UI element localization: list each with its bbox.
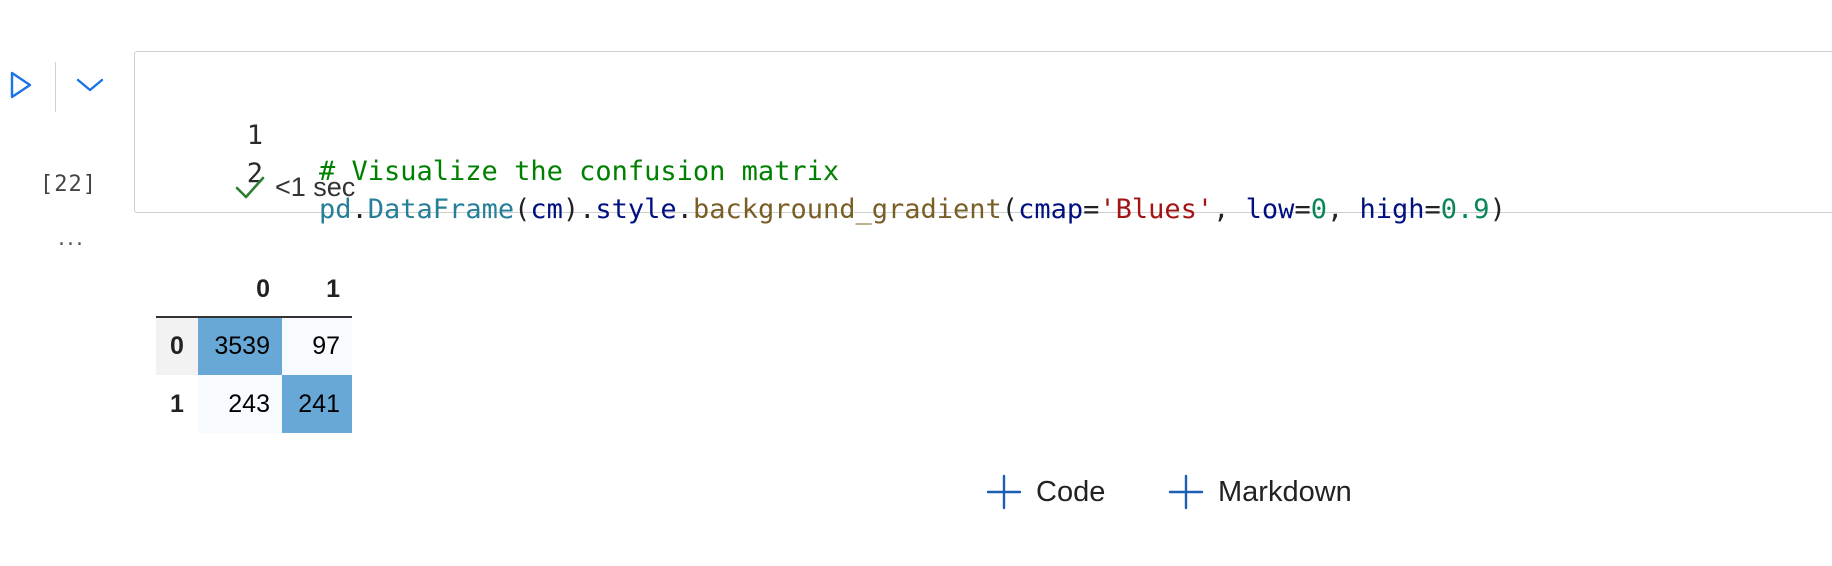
- code-token-plain: (: [1001, 194, 1019, 225]
- code-token-string: 'Blues': [1099, 194, 1214, 225]
- index-header: [156, 263, 198, 318]
- table-row: 0 3539 97: [156, 317, 352, 375]
- table-cell: 243: [198, 375, 282, 433]
- add-markdown-label: Markdown: [1218, 475, 1352, 508]
- code-token-module: DataFrame: [367, 194, 515, 225]
- code-token-plain: .: [676, 194, 693, 225]
- add-code-label: Code: [1036, 475, 1106, 508]
- plus-icon: [1166, 472, 1206, 512]
- plus-icon: [984, 472, 1024, 512]
- code-token-plain: =: [1294, 194, 1311, 225]
- row-index: 0: [156, 317, 198, 375]
- add-markdown-cell-button[interactable]: Markdown: [1166, 466, 1352, 518]
- table-row: 1 243 241: [156, 375, 352, 433]
- code-token-plain: ,: [1213, 194, 1246, 225]
- line-code[interactable]: # Visualize the confusion matrix: [319, 154, 839, 190]
- code-line[interactable]: 1 # Visualize the confusion matrix: [135, 82, 1832, 187]
- code-token-func: background_gradient: [692, 194, 1002, 225]
- execution-status: <1 sec: [233, 170, 355, 204]
- table-cell: 3539: [198, 317, 282, 375]
- code-token-number: 0.9: [1440, 194, 1490, 225]
- code-token-plain: ).: [562, 194, 596, 225]
- code-token-plain: (: [514, 194, 531, 225]
- code-token-var: cm: [530, 194, 563, 225]
- run-options-button[interactable]: [73, 70, 107, 100]
- dataframe-output: 0 1 0 3539 97 1 243 241: [156, 263, 352, 433]
- code-token-var: style: [595, 194, 677, 225]
- code-token-plain: =: [1424, 194, 1441, 225]
- execution-count: [22]: [40, 172, 97, 197]
- code-line[interactable]: 2 pd.DataFrame(cm).style.background_grad…: [135, 120, 1832, 225]
- code-token-comment: # Visualize the confusion matrix: [319, 156, 840, 187]
- code-token-var: low: [1245, 194, 1295, 225]
- gutter-divider: [55, 62, 56, 112]
- code-token-var: high: [1359, 194, 1425, 225]
- table-header-row: 0 1: [156, 263, 352, 318]
- run-cell-button[interactable]: [6, 70, 36, 100]
- code-cell-editor[interactable]: 1 # Visualize the confusion matrix 2 pd.…: [134, 51, 1832, 225]
- line-code[interactable]: pd.DataFrame(cm).style.background_gradie…: [319, 192, 1506, 228]
- code-token-var: cmap: [1018, 194, 1084, 225]
- code-token-number: 0: [1310, 194, 1327, 225]
- code-token-plain: ,: [1326, 194, 1360, 225]
- row-index: 1: [156, 375, 198, 433]
- output-more-actions[interactable]: ...: [58, 226, 85, 251]
- execution-time: <1 sec: [275, 171, 356, 202]
- column-header: 1: [282, 263, 352, 318]
- column-header: 0: [198, 263, 282, 318]
- table-cell: 241: [282, 375, 352, 433]
- code-token-plain: ): [1489, 194, 1506, 225]
- table-cell: 97: [282, 317, 352, 375]
- chevron-down-icon: [76, 78, 104, 92]
- add-code-cell-button[interactable]: Code: [984, 466, 1105, 518]
- check-icon: [233, 170, 267, 204]
- code-token-plain: =: [1083, 194, 1100, 225]
- play-icon: [10, 71, 32, 99]
